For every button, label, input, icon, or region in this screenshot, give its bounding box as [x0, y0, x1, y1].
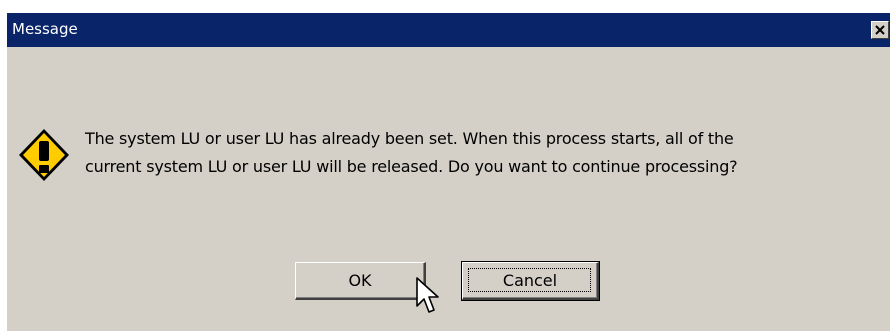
warning-icon [19, 129, 69, 181]
close-icon [875, 25, 885, 35]
close-button[interactable] [871, 21, 889, 39]
ok-button[interactable]: OK [295, 262, 426, 300]
ok-button-label: OK [348, 271, 372, 290]
message-dialog: Message The system LU or user LU has alr… [6, 12, 890, 331]
cancel-button[interactable]: Cancel [461, 261, 600, 301]
mouse-pointer-icon [416, 277, 439, 313]
window-title: Message [12, 20, 78, 38]
message-text: The system LU or user LU has already bee… [85, 125, 885, 181]
message-line-2: current system LU or user LU will be rel… [85, 157, 738, 176]
title-bar[interactable]: Message [7, 13, 890, 47]
message-line-1: The system LU or user LU has already bee… [85, 129, 734, 148]
cancel-button-label: Cancel [502, 271, 558, 290]
